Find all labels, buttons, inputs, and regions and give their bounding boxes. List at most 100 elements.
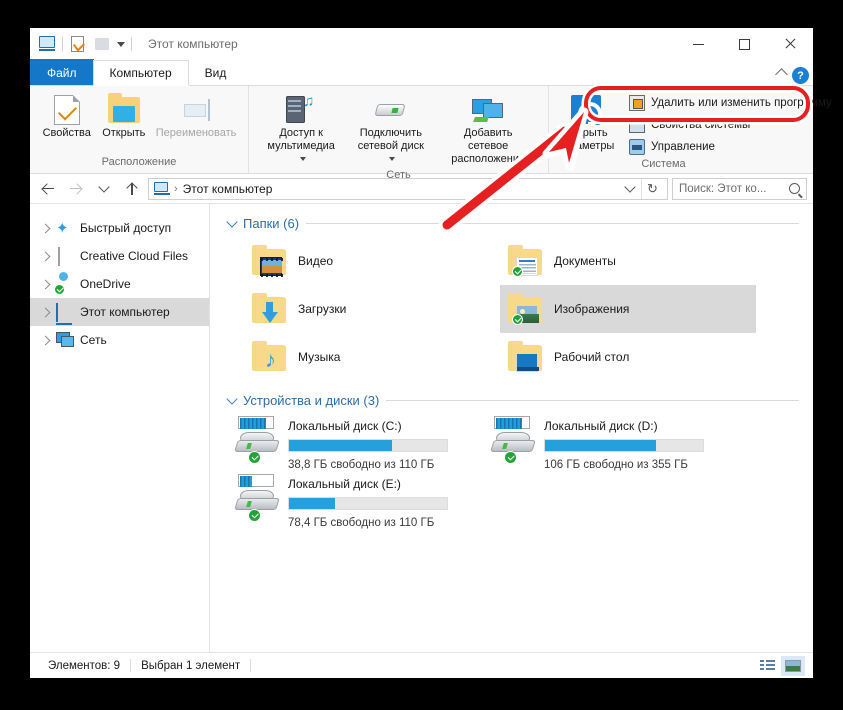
- chevron-down-icon[interactable]: [299, 157, 306, 162]
- ribbon-group-network-items: ♫ Доступ к мультимедиа Подключить сетево…: [249, 86, 548, 168]
- search-box[interactable]: [672, 177, 807, 200]
- capacity-bar: [288, 497, 448, 510]
- properties-button[interactable]: Свойства: [38, 91, 95, 142]
- add-network-location-label: Добавить сетевое расположение: [451, 127, 526, 165]
- view-mode-buttons: [755, 655, 805, 676]
- list-item[interactable]: ♪ Музыка: [244, 333, 500, 381]
- capacity-fill: [545, 440, 656, 451]
- network-drive-icon: [374, 93, 406, 127]
- drive-label: Локальный диск (E:): [288, 477, 401, 491]
- ribbon-group-location-label: Расположение: [101, 156, 177, 168]
- downloads-folder-icon: [252, 293, 288, 325]
- chevron-down-icon[interactable]: [226, 215, 238, 228]
- close-button[interactable]: [767, 28, 813, 60]
- map-drive-text: Подключить сетевой диск: [357, 127, 424, 152]
- list-item[interactable]: Документы: [500, 237, 756, 285]
- pc-icon: [153, 181, 170, 196]
- gear-icon: [571, 93, 602, 127]
- ribbon-group-location-items: Свойства Открыть Переименовать: [30, 86, 248, 155]
- new-folder-icon[interactable]: [93, 35, 111, 53]
- window-controls: [675, 28, 813, 60]
- sidebar-label-creative-cloud-files: Creative Cloud Files: [80, 249, 189, 263]
- rename-button: Переименовать: [152, 91, 240, 142]
- navigation-pane: ✦ Быстрый доступ Creative Cloud Files On…: [30, 204, 210, 652]
- chevron-down-icon: [98, 180, 110, 193]
- tab-computer[interactable]: Компьютер: [92, 60, 189, 86]
- section-devices: Устройства и диски (3) Локальный диск (C…: [210, 392, 813, 532]
- list-item[interactable]: Загрузки: [244, 285, 500, 333]
- sidebar-item-onedrive[interactable]: OneDrive: [30, 270, 209, 298]
- ribbon: Свойства Открыть Переименовать Расположе…: [30, 86, 832, 181]
- address-dropdown-button[interactable]: [619, 179, 641, 199]
- chevron-right-icon[interactable]: [40, 307, 51, 317]
- item-label: Музыка: [298, 350, 341, 364]
- back-button[interactable]: [36, 177, 60, 201]
- uninstall-change-program-item[interactable]: Удалить или изменить программу: [625, 93, 836, 113]
- system-properties-item[interactable]: Свойства системы: [625, 115, 836, 135]
- up-button[interactable]: [120, 177, 144, 201]
- item-label: Загрузки: [298, 302, 347, 316]
- drive-label: Локальный диск (D:): [544, 419, 658, 433]
- minimize-button[interactable]: [675, 28, 721, 60]
- explorer-body: ✦ Быстрый доступ Creative Cloud Files On…: [30, 204, 813, 652]
- list-item[interactable]: Рабочий стол: [500, 333, 756, 381]
- sidebar-label-onedrive: OneDrive: [80, 277, 131, 291]
- status-bar: Элементов: 9 Выбран 1 элемент: [30, 652, 813, 678]
- sync-check-icon: [54, 283, 65, 295]
- chevron-right-icon[interactable]: [40, 251, 51, 261]
- uninstall-change-program-label: Удалить или изменить программу: [651, 97, 832, 109]
- sidebar-item-creative-cloud-files[interactable]: Creative Cloud Files: [30, 242, 209, 270]
- details-view-button[interactable]: [755, 656, 779, 676]
- help-icon[interactable]: ?: [792, 67, 809, 84]
- maximize-button[interactable]: [721, 28, 767, 60]
- sidebar-item-network[interactable]: Сеть: [30, 326, 209, 354]
- chevron-down-icon[interactable]: [389, 157, 396, 162]
- list-item[interactable]: Локальный диск (D:) 106 ГБ свободно из 3…: [488, 416, 744, 474]
- map-network-drive-button[interactable]: Подключить сетевой диск: [347, 91, 434, 168]
- ribbon-group-network: ♫ Доступ к мультимедиа Подключить сетево…: [248, 86, 548, 181]
- capacity-bar: [288, 439, 448, 452]
- explorer-window: Этот компьютер Файл Компьютер Вид ? Свой…: [30, 28, 832, 678]
- large-icons-view-button[interactable]: [781, 655, 805, 676]
- drive-info: Локальный диск (C:) 38,8 ГБ свободно из …: [288, 416, 488, 474]
- chevron-right-icon[interactable]: [40, 223, 51, 233]
- refresh-button[interactable]: ↻: [641, 178, 663, 199]
- chevron-right-icon[interactable]: [40, 279, 51, 289]
- section-header-devices[interactable]: Устройства и диски (3): [210, 392, 813, 408]
- drive-grid: Локальный диск (C:) 38,8 ГБ свободно из …: [210, 408, 813, 532]
- properties-icon[interactable]: [69, 35, 87, 53]
- sidebar-item-quick-access[interactable]: ✦ Быстрый доступ: [30, 214, 209, 242]
- list-item[interactable]: Изображения: [500, 285, 756, 333]
- add-network-location-button[interactable]: Добавить сетевое расположение: [436, 91, 540, 168]
- recent-locations-button[interactable]: [92, 177, 116, 201]
- chevron-right-icon[interactable]: [40, 335, 51, 345]
- sidebar-item-this-pc[interactable]: Этот компьютер: [30, 298, 209, 326]
- breadcrumb-this-pc[interactable]: Этот компьютер: [183, 182, 273, 196]
- collapse-ribbon-icon[interactable]: [775, 68, 788, 81]
- list-item[interactable]: Локальный диск (E:) 78,4 ГБ свободно из …: [232, 474, 488, 532]
- system-menu-list: Удалить или изменить программу Свойства …: [619, 91, 842, 157]
- drive-info: Локальный диск (D:) 106 ГБ свободно из 3…: [544, 416, 744, 474]
- ribbon-tab-actions: ?: [775, 67, 809, 84]
- list-item[interactable]: Локальный диск (C:) 38,8 ГБ свободно из …: [232, 416, 488, 474]
- pc-icon[interactable]: [38, 35, 56, 53]
- manage-item[interactable]: Управление: [625, 137, 836, 157]
- item-label: Документы: [554, 254, 616, 268]
- sync-check-icon: [512, 314, 523, 325]
- qat-divider: [62, 37, 63, 51]
- search-input[interactable]: [679, 182, 785, 195]
- tab-view[interactable]: Вид: [187, 59, 244, 85]
- media-access-button[interactable]: ♫ Доступ к мультимедиа: [257, 91, 345, 168]
- selection-count: Выбран 1 элемент: [141, 659, 241, 672]
- chevron-down-icon[interactable]: [226, 392, 238, 405]
- section-header-folders[interactable]: Папки (6): [210, 215, 813, 231]
- list-item[interactable]: Видео: [244, 237, 500, 285]
- open-button[interactable]: Открыть: [97, 91, 150, 142]
- drive-info: Локальный диск (E:) 78,4 ГБ свободно из …: [288, 474, 488, 532]
- rename-button-label: Переименовать: [155, 127, 237, 139]
- open-settings-button[interactable]: Открыть параметры: [555, 91, 617, 155]
- details-view-icon: [759, 660, 775, 671]
- tab-file[interactable]: Файл: [30, 59, 94, 85]
- chevron-down-icon[interactable]: [117, 41, 125, 47]
- sync-check-icon: [512, 266, 523, 277]
